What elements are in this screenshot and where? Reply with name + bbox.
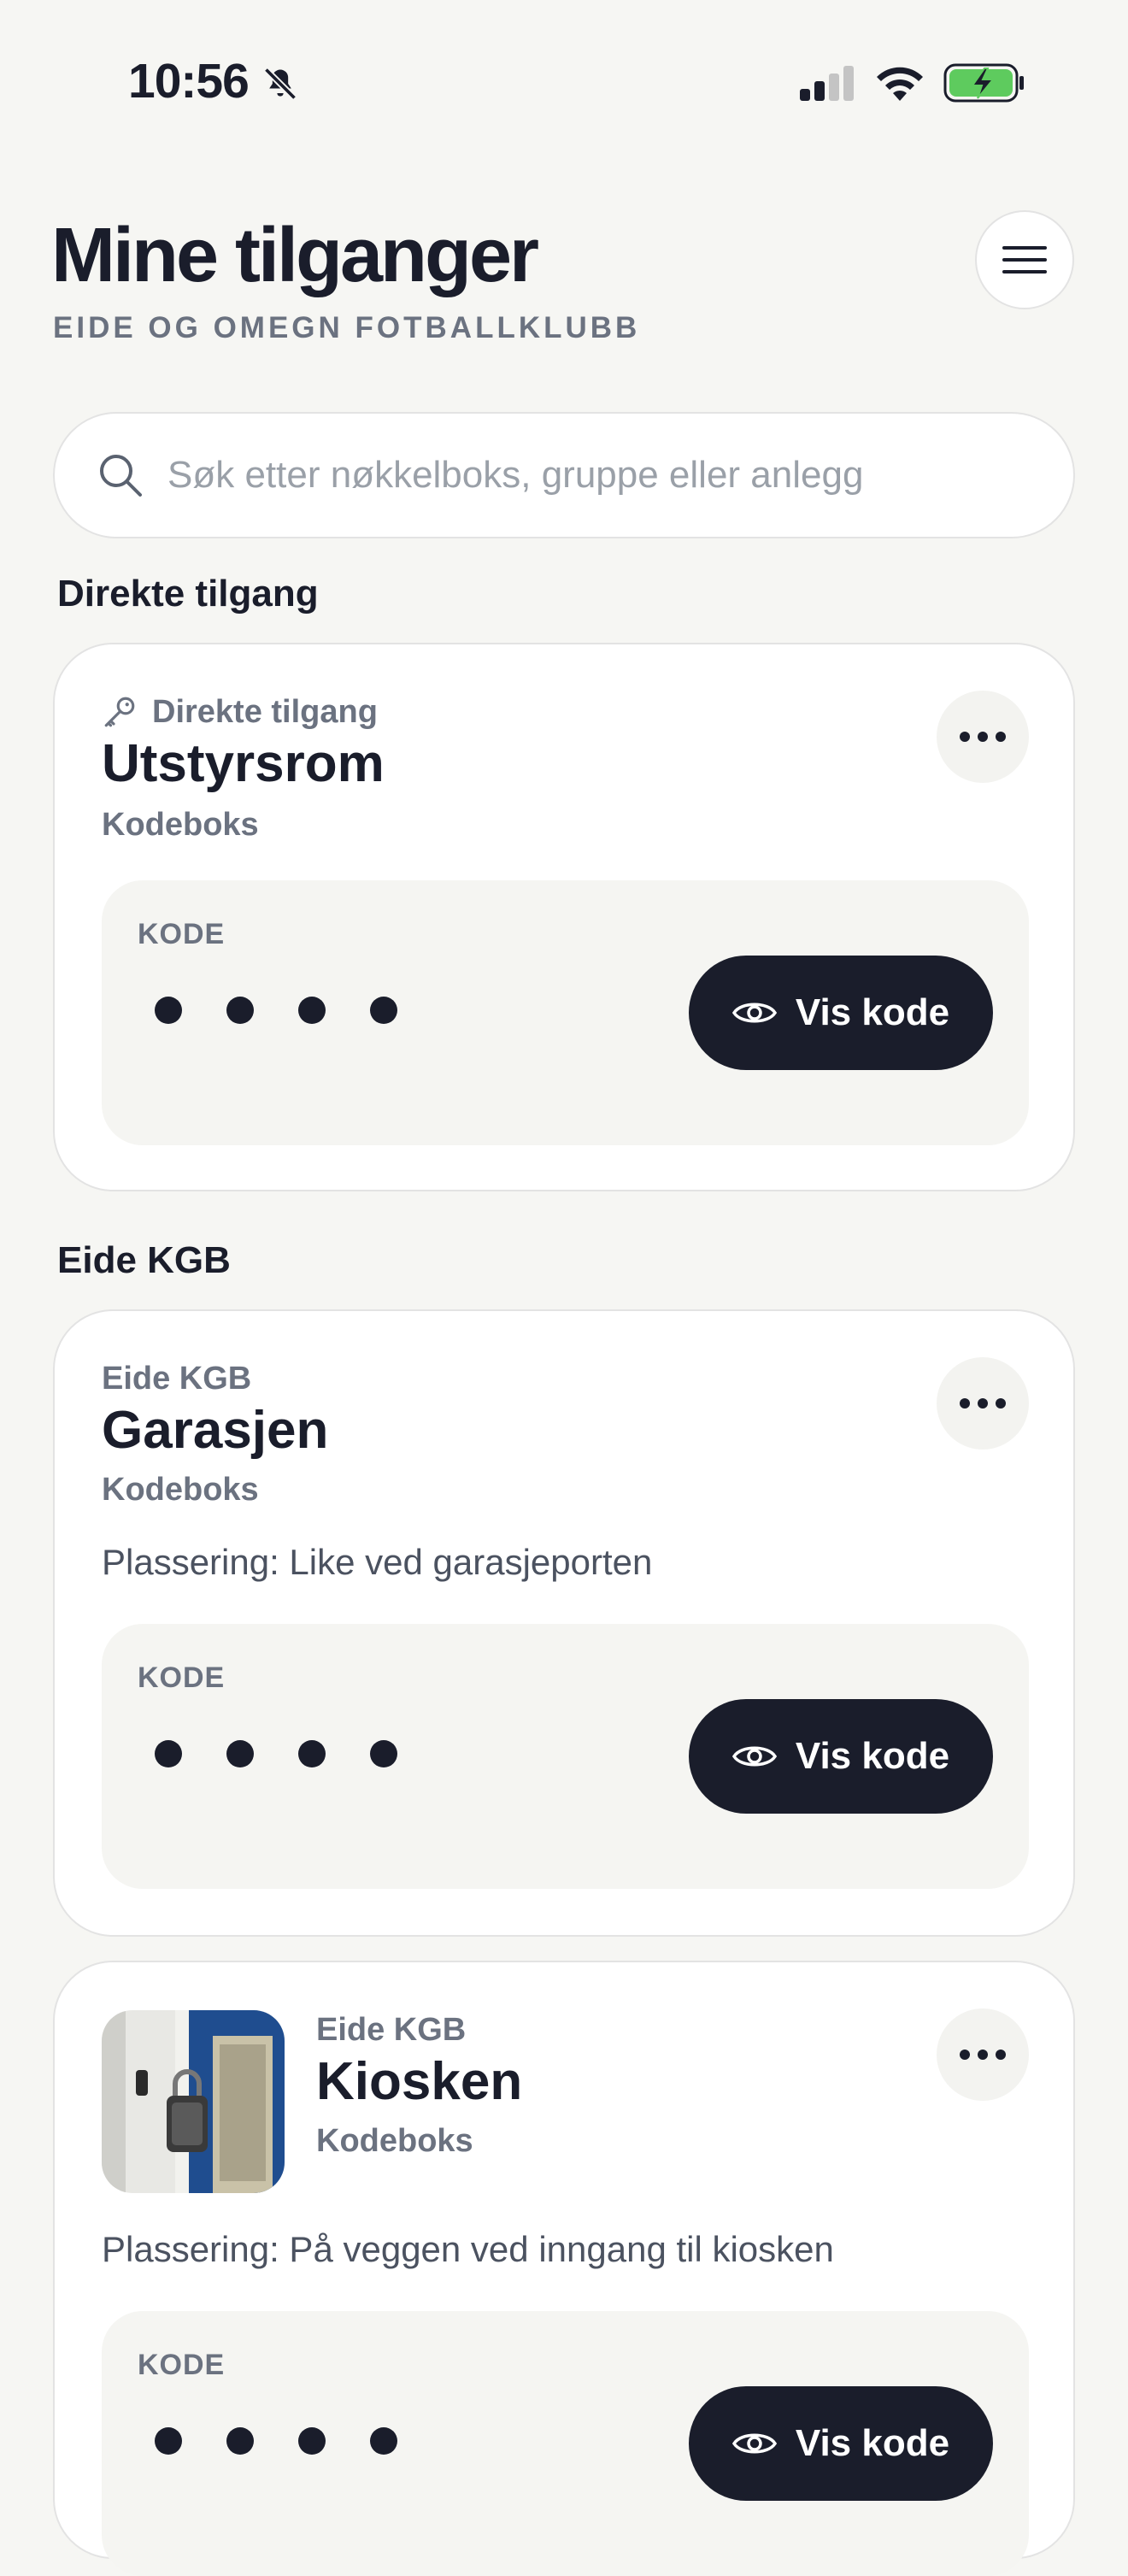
code-dot <box>370 1740 397 1767</box>
more-horizontal-icon <box>960 2050 1006 2060</box>
show-code-button[interactable]: Vis kode <box>689 2386 993 2501</box>
masked-code <box>155 2427 397 2455</box>
menu-button[interactable] <box>975 210 1074 309</box>
card-type: Kodeboks <box>102 807 259 843</box>
more-options-button[interactable] <box>937 1357 1029 1450</box>
eye-icon <box>731 1746 777 1767</box>
card-eyebrow: Eide KGB <box>316 2012 467 2048</box>
masked-code <box>155 997 397 1024</box>
access-card-utstyrsrom: Direkte tilgang Utstyrsrom Kodeboks KODE… <box>53 643 1075 1191</box>
code-dot <box>226 997 254 1024</box>
code-box: KODE Vis kode <box>102 1624 1029 1889</box>
eye-icon <box>731 2433 777 2454</box>
code-box: KODE Vis kode <box>102 880 1029 1145</box>
more-options-button[interactable] <box>937 691 1029 783</box>
code-dot <box>298 1740 326 1767</box>
location-photo <box>102 2010 285 2193</box>
card-type: Kodeboks <box>316 2123 473 2159</box>
section-title-eide-kgb: Eide KGB <box>57 1239 231 1281</box>
wifi-icon <box>877 67 923 101</box>
code-dot <box>298 2427 326 2455</box>
card-location: Plassering: Like ved garasjeporten <box>102 1542 653 1582</box>
card-title: Utstyrsrom <box>102 734 385 793</box>
code-box: KODE Vis kode <box>102 2311 1029 2576</box>
eye-icon <box>731 1003 777 1023</box>
code-dot <box>155 2427 182 2455</box>
code-dot <box>155 1740 182 1767</box>
card-eyebrow: Eide KGB <box>102 1361 252 1397</box>
code-dot <box>226 2427 254 2455</box>
section-title-direct-access: Direkte tilgang <box>57 573 319 615</box>
battery-charging-icon <box>943 63 1024 103</box>
organization-name: EIDE OG OMEGN FOTBALLKLUBB <box>53 311 641 344</box>
code-dot <box>155 997 182 1024</box>
show-code-label: Vis kode <box>795 2422 950 2464</box>
more-horizontal-icon <box>960 1398 1006 1409</box>
bell-muted-icon <box>263 67 297 101</box>
key-icon <box>104 697 135 727</box>
card-eyebrow: Direkte tilgang <box>152 694 378 730</box>
code-dot <box>370 997 397 1024</box>
show-code-button[interactable]: Vis kode <box>689 1699 993 1814</box>
card-location: Plassering: På veggen ved inngang til ki… <box>102 2229 834 2269</box>
more-options-button[interactable] <box>937 2008 1029 2101</box>
code-label: KODE <box>138 2349 226 2381</box>
show-code-button[interactable]: Vis kode <box>689 956 993 1070</box>
masked-code <box>155 1740 397 1767</box>
card-type: Kodeboks <box>102 1472 259 1508</box>
show-code-label: Vis kode <box>795 991 950 1033</box>
access-card-garasjen: Eide KGB Garasjen Kodeboks Plassering: L… <box>53 1309 1075 1937</box>
code-label: KODE <box>138 918 226 950</box>
search-input[interactable] <box>166 453 1073 497</box>
card-title: Kiosken <box>316 2052 523 2111</box>
code-label: KODE <box>138 1661 226 1694</box>
code-dot <box>226 1740 254 1767</box>
cellular-signal-icon <box>800 66 854 101</box>
more-horizontal-icon <box>960 732 1006 742</box>
card-title: Garasjen <box>102 1401 329 1460</box>
code-dot <box>298 997 326 1024</box>
hamburger-icon <box>1002 246 1047 273</box>
show-code-label: Vis kode <box>795 1735 950 1777</box>
access-card-kiosken: Eide KGB Kiosken Kodeboks Plassering: På… <box>53 1961 1075 2576</box>
status-time: 10:56 <box>128 54 250 109</box>
search-bar <box>53 412 1075 538</box>
page-title: Mine tilganger <box>51 213 539 298</box>
code-dot <box>370 2427 397 2455</box>
search-icon <box>100 455 142 497</box>
